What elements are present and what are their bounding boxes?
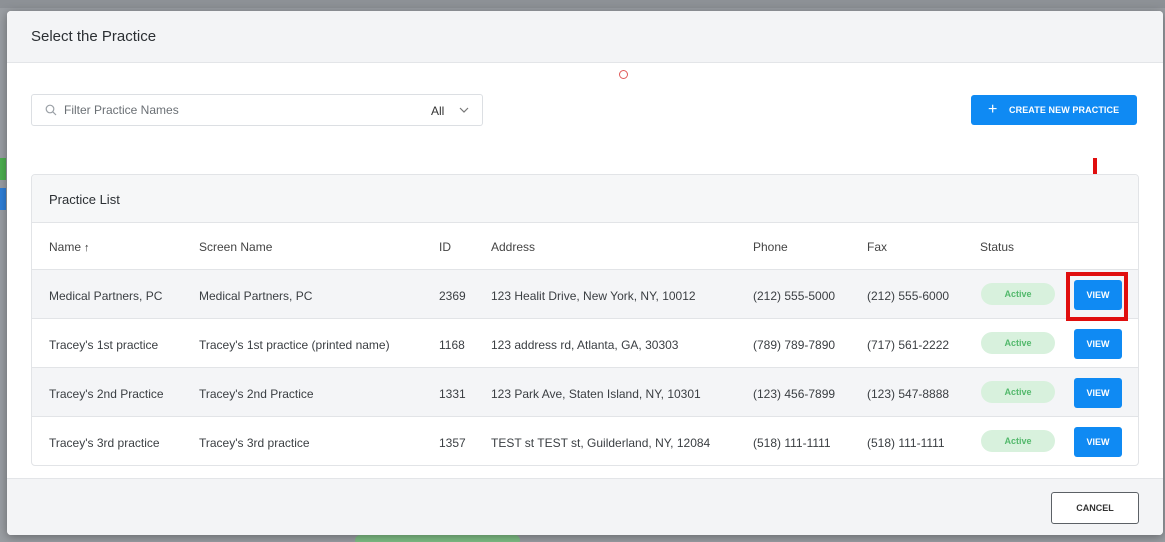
column-header-status[interactable]: Status (980, 240, 1014, 254)
view-button[interactable]: VIEW (1074, 378, 1122, 408)
cell-screen-name: Tracey's 3rd practice (199, 436, 310, 450)
create-button-label: CREATE NEW PRACTICE (1009, 105, 1120, 115)
cell-id: 1331 (439, 387, 466, 401)
modal-title: Select the Practice (31, 28, 157, 45)
modal-footer: CANCEL (7, 478, 1163, 535)
select-practice-modal: Select the Practice All + CREATE NEW PRA… (7, 11, 1163, 535)
practice-list-panel: Practice List Name ↑ Screen Name ID Addre… (31, 174, 1139, 466)
cell-fax: (518) 111-1111 (867, 436, 945, 450)
panel-header: Practice List (32, 175, 1138, 223)
status-badge: Active (981, 332, 1055, 354)
cell-screen-name: Tracey's 2nd Practice (199, 387, 314, 401)
cell-name: Tracey's 1st practice (49, 338, 159, 352)
cell-phone: (518) 111-1111 (753, 436, 831, 450)
cell-fax: (717) 561-2222 (867, 338, 950, 352)
search-box[interactable] (31, 94, 420, 126)
cell-name: Medical Partners, PC (49, 289, 163, 303)
panel-title: Practice List (49, 192, 120, 207)
column-header-name-label: Name (49, 240, 82, 254)
table-row: Tracey's 3rd practice Tracey's 3rd pract… (32, 417, 1138, 465)
create-new-practice-button[interactable]: + CREATE NEW PRACTICE (971, 95, 1137, 125)
modal-header: Select the Practice (7, 11, 1163, 63)
view-button[interactable]: VIEW (1074, 329, 1122, 359)
cell-id: 1357 (439, 436, 466, 450)
arrow-up-icon: ↑ (84, 242, 90, 254)
status-badge: Active (981, 381, 1055, 403)
search-input[interactable] (64, 95, 404, 125)
status-badge: Active (981, 283, 1055, 305)
table-row: Tracey's 1st practice Tracey's 1st pract… (32, 319, 1138, 368)
background-app-pill (355, 535, 520, 542)
background-app-marker (0, 158, 6, 180)
cell-address: 123 Park Ave, Staten Island, NY, 10301 (491, 387, 701, 401)
cell-phone: (212) 555-5000 (753, 289, 836, 303)
table-header-row: Name ↑ Screen Name ID Address Phone Fax S… (32, 223, 1138, 270)
annotation-highlight-box (1066, 272, 1128, 321)
column-header-phone[interactable]: Phone (753, 240, 788, 254)
background-app-strip (0, 0, 1165, 8)
table-row: Medical Partners, PC Medical Partners, P… (32, 270, 1138, 321)
status-badge: Active (981, 430, 1055, 452)
cell-id: 2369 (439, 289, 466, 303)
view-button[interactable]: VIEW (1074, 427, 1122, 457)
cell-phone: (123) 456-7899 (753, 387, 836, 401)
plus-icon: + (988, 101, 998, 118)
cell-fax: (212) 555-6000 (867, 289, 950, 303)
cell-fax: (123) 547-8888 (867, 387, 950, 401)
column-header-id[interactable]: ID (439, 240, 451, 254)
practice-filter-select[interactable]: All (419, 94, 483, 126)
cell-name: Tracey's 2nd Practice (49, 387, 164, 401)
table-row: Tracey's 2nd Practice Tracey's 2nd Pract… (32, 368, 1138, 417)
cancel-button[interactable]: CANCEL (1051, 492, 1139, 524)
loading-indicator (619, 70, 628, 79)
cell-screen-name: Tracey's 1st practice (printed name) (199, 338, 390, 352)
cell-address: 123 address rd, Atlanta, GA, 30303 (491, 338, 679, 352)
cell-id: 1168 (439, 338, 465, 352)
cell-phone: (789) 789-7890 (753, 338, 836, 352)
cell-address: 123 Healit Drive, New York, NY, 10012 (491, 289, 696, 303)
chevron-down-icon (459, 107, 469, 113)
background-app-marker (0, 188, 6, 210)
column-header-fax[interactable]: Fax (867, 240, 887, 254)
column-header-address[interactable]: Address (491, 240, 535, 254)
column-header-name[interactable]: Name ↑ (49, 240, 90, 254)
cell-name: Tracey's 3rd practice (49, 436, 160, 450)
filter-select-value: All (431, 104, 445, 118)
cell-screen-name: Medical Partners, PC (199, 289, 313, 303)
column-header-screen-name[interactable]: Screen Name (199, 240, 272, 254)
search-icon (45, 104, 57, 116)
cell-address: TEST st TEST st, Guilderland, NY, 12084 (491, 436, 711, 450)
